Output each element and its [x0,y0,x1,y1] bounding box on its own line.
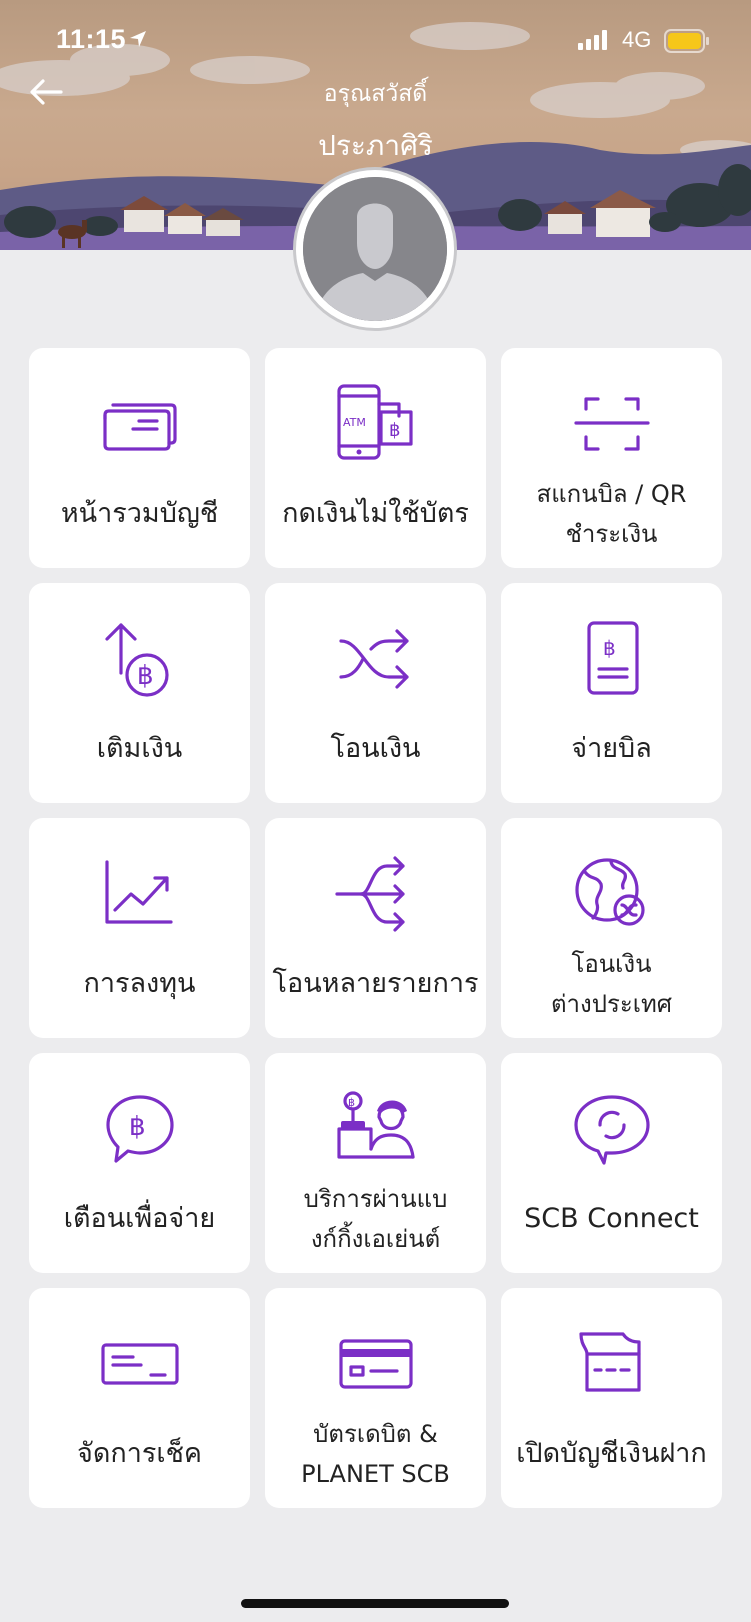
menu-label: หน้ารวมบัญชี [60,498,219,529]
svg-text:ATM: ATM [343,416,366,429]
status-time: 11:15 [56,24,127,54]
payment-reminder-icon: ฿ [105,1095,174,1163]
banking-agent-icon: ฿ [336,1091,415,1159]
scan-icon [573,397,650,451]
menu-scb-connect[interactable]: SCB Connect [501,1053,722,1273]
menu-banking-agent[interactable]: ฿ บริการผ่านแบ งก์กิ้งเอเย่นต์ [265,1053,486,1273]
menu-label: เติมเงิน [96,733,183,764]
bill-icon: ฿ [586,621,639,695]
menu-label: บริการผ่านแบ งก์กิ้งเอเย่นต์ [303,1185,448,1253]
battery-icon [664,29,710,57]
menu-account-summary[interactable]: หน้ารวมบัญชี [29,348,250,568]
menu-label: โอนเงิน [330,733,421,764]
cellular-signal-icon [578,30,612,54]
menu-cardless-withdrawal[interactable]: ATM ฿ กดเงินไม่ใช้บัตร [265,348,486,568]
menu-label: กดเงินไม่ใช้บัตร [282,498,469,529]
default-person-icon [303,177,447,321]
svg-text:฿: ฿ [137,661,154,691]
menu-manage-cheque[interactable]: จัดการเช็ค [29,1288,250,1508]
avatar[interactable] [296,170,454,328]
svg-text:฿: ฿ [129,1112,146,1142]
network-type: 4G [622,27,652,52]
status-bar: 11:15 4G [0,0,751,84]
cheque-icon [100,1343,179,1385]
debit-card-icon [338,1339,413,1389]
menu-transfer[interactable]: โอนเงิน [265,583,486,803]
menu-open-deposit-account[interactable]: เปิดบัญชีเงินฝาก [501,1288,722,1508]
open-account-icon [578,1332,641,1392]
greeting-text: อรุณสวัสดิ์ [323,81,428,107]
menu-grid: หน้ารวมบัญชี ATM ฿ กดเงินไม่ใช้บัตร สแกน… [29,348,723,1508]
menu-label: เปิดบัญชีเงินฝาก [516,1438,707,1469]
globe-transfer-icon [574,858,645,926]
user-name: ประภาศิริ [318,129,433,162]
svg-text:฿: ฿ [603,636,616,660]
menu-label: SCB Connect [524,1203,699,1234]
menu-pay-bill[interactable]: ฿ จ่ายบิล [501,583,722,803]
svg-text:฿: ฿ [348,1096,355,1109]
menu-scan-qr[interactable]: สแกนบิล / QR ชำระเงิน [501,348,722,568]
menu-label: โอนเงิน ต่างประเทศ [550,950,673,1018]
topup-icon: ฿ [104,623,169,697]
menu-label: บัตรเดบิต & PLANET SCB [301,1420,450,1488]
menu-label: จ่ายบิล [571,733,652,764]
menu-investment[interactable]: การลงทุน [29,818,250,1038]
atm-phone-icon: ATM ฿ [336,384,413,460]
menu-topup[interactable]: ฿ เติมเงิน [29,583,250,803]
svg-text:฿: ฿ [389,420,400,441]
menu-international-transfer[interactable]: โอนเงิน ต่างประเทศ [501,818,722,1038]
menu-label: จัดการเช็ค [77,1438,202,1469]
menu-label: การลงทุน [83,968,196,999]
menu-multi-transfer[interactable]: โอนหลายรายการ [265,818,486,1038]
menu-label: สแกนบิล / QR ชำระเงิน [536,480,687,548]
scb-connect-icon [573,1095,650,1165]
menu-debit-card[interactable]: บัตรเดบิต & PLANET SCB [265,1288,486,1508]
account-card-icon [102,403,177,451]
menu-label: เตือนเพื่อจ่าย [63,1203,216,1234]
transfer-icon [338,629,409,689]
menu-label: โอนหลายรายการ [272,968,479,999]
multi-transfer-icon [334,856,405,932]
home-indicator[interactable] [241,1599,509,1608]
investment-chart-icon [104,860,173,924]
menu-payment-reminder[interactable]: ฿ เตือนเพื่อจ่าย [29,1053,250,1273]
location-arrow-icon [128,29,148,53]
